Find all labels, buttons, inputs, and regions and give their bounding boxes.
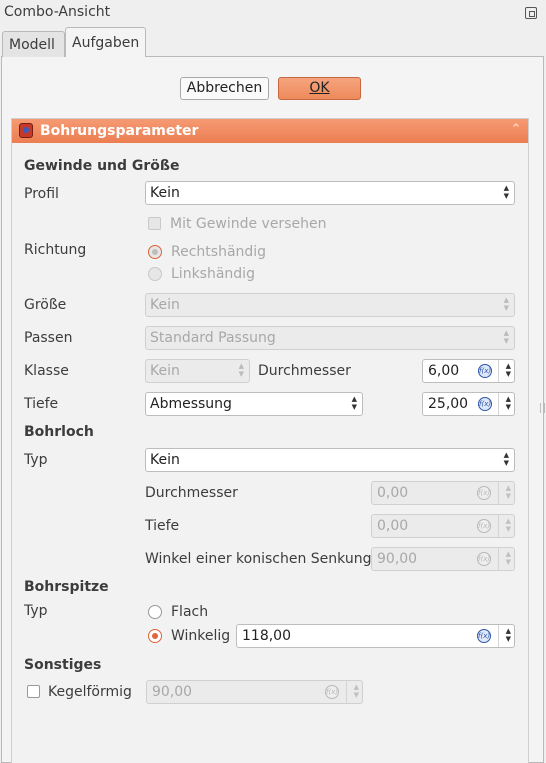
- combo-arrows-icon: ▲ ▼: [503, 296, 509, 312]
- hole-diameter-spinbox[interactable]: 0,00 f(x) ▲ ▼: [371, 481, 515, 505]
- class-label: Klasse: [24, 363, 69, 379]
- class-combo[interactable]: Kein ▲ ▼: [145, 359, 250, 383]
- hole-depth-spinbox[interactable]: 0,00 f(x) ▲ ▼: [371, 514, 515, 538]
- combo-arrows-icon: ▲ ▼: [503, 184, 509, 200]
- drill-point-angle-spinbox[interactable]: 118,00 f(x) ▲ ▼: [236, 624, 515, 648]
- flat-radio[interactable]: [148, 605, 162, 619]
- expression-icon[interactable]: f(x): [477, 629, 491, 643]
- hole-diameter-label: Durchmesser: [145, 485, 238, 501]
- expression-icon[interactable]: f(x): [477, 486, 491, 500]
- expression-icon[interactable]: f(x): [477, 552, 491, 566]
- threaded-checkbox[interactable]: [148, 217, 161, 230]
- spin-separator: [498, 360, 499, 382]
- hole-feature-icon: [19, 123, 33, 138]
- spin-arrows-icon[interactable]: ▲ ▼: [354, 683, 359, 699]
- spin-arrows-icon[interactable]: ▲ ▼: [506, 362, 511, 378]
- expression-icon[interactable]: f(x): [477, 519, 491, 533]
- tapered-label: Kegelförmig: [48, 684, 132, 700]
- tapered-checkbox[interactable]: [27, 685, 40, 698]
- cancel-label: Abbrechen: [186, 80, 263, 96]
- countersink-angle-spinbox[interactable]: 90,00 f(x) ▲ ▼: [371, 547, 515, 571]
- tapered-angle-spinbox[interactable]: 90,00 f(x) ▲ ▼: [146, 680, 363, 704]
- depth-label: Tiefe: [24, 396, 59, 412]
- combo-arrows-icon: ▲ ▼: [351, 395, 357, 411]
- size-combo[interactable]: Kein ▲ ▼: [145, 293, 515, 317]
- spin-separator: [498, 482, 499, 504]
- spin-separator: [498, 625, 499, 647]
- hole-depth-label: Tiefe: [145, 518, 180, 534]
- section-misc: Sonstiges: [24, 657, 102, 673]
- panel-title: Bohrungsparameter: [40, 123, 199, 139]
- thread-diameter-value: 6,00: [428, 363, 460, 379]
- expression-icon[interactable]: f(x): [478, 397, 492, 411]
- section-drill-point: Bohrspitze: [24, 579, 109, 595]
- ok-label: OK: [309, 80, 330, 96]
- spin-arrows-icon[interactable]: ▲ ▼: [506, 484, 511, 500]
- left-hand-label: Linkshändig: [171, 266, 255, 282]
- depth-type-value: Abmessung: [150, 396, 232, 412]
- angled-radio[interactable]: [148, 629, 162, 643]
- threaded-label: Mit Gewinde versehen: [170, 216, 327, 232]
- tab-modell[interactable]: Modell: [2, 31, 65, 57]
- expression-icon[interactable]: f(x): [478, 364, 492, 378]
- hole-type-value: Kein: [150, 452, 180, 468]
- fit-label: Passen: [24, 330, 73, 346]
- combo-arrows-icon: ▲ ▼: [503, 451, 509, 467]
- spin-separator: [498, 548, 499, 570]
- flat-label: Flach: [171, 604, 209, 620]
- spin-arrows-icon[interactable]: ▲ ▼: [506, 395, 511, 411]
- undock-icon[interactable]: [525, 7, 537, 19]
- depth-spinbox[interactable]: 25,00 f(x) ▲ ▼: [422, 392, 515, 416]
- right-hand-radio[interactable]: [148, 245, 162, 259]
- spin-arrows-icon[interactable]: ▲ ▼: [506, 517, 511, 533]
- combo-arrows-icon: ▲ ▼: [503, 329, 509, 345]
- section-hole: Bohrloch: [24, 424, 94, 440]
- spin-arrows-icon[interactable]: ▲ ▼: [506, 627, 511, 643]
- ok-button[interactable]: OK: [278, 77, 361, 100]
- section-thread-size: Gewinde und Größe: [24, 158, 180, 174]
- profile-combo[interactable]: Kein ▲ ▼: [145, 181, 515, 205]
- hole-depth-value: 0,00: [377, 518, 409, 534]
- fit-combo[interactable]: Standard Passung ▲ ▼: [145, 326, 515, 350]
- depth-type-combo[interactable]: Abmessung ▲ ▼: [145, 392, 363, 416]
- drill-point-angle-value: 118,00: [242, 628, 291, 644]
- fit-value: Standard Passung: [150, 330, 276, 346]
- window-title: Combo-Ansicht: [4, 4, 111, 20]
- tapered-angle-value: 90,00: [152, 684, 193, 700]
- drill-point-type-label: Typ: [24, 603, 48, 619]
- spin-arrows-icon[interactable]: ▲ ▼: [506, 550, 511, 566]
- expression-icon[interactable]: f(x): [325, 685, 339, 699]
- thread-diameter-spinbox[interactable]: 6,00 f(x) ▲ ▼: [422, 359, 515, 383]
- right-hand-label: Rechtshändig: [171, 244, 267, 260]
- thread-diameter-label: Durchmesser: [258, 363, 351, 379]
- class-value: Kein: [150, 363, 180, 379]
- spin-separator: [346, 681, 347, 703]
- countersink-angle-value: 90,00: [377, 551, 418, 567]
- direction-label: Richtung: [24, 242, 87, 258]
- splitter-handle[interactable]: [540, 403, 545, 413]
- spin-separator: [498, 515, 499, 537]
- hole-type-label: Typ: [24, 452, 48, 468]
- tab-aufgaben[interactable]: Aufgaben: [65, 27, 146, 57]
- profile-value: Kein: [150, 185, 180, 201]
- hole-diameter-value: 0,00: [377, 485, 409, 501]
- countersink-angle-label: Winkel einer konischen Senkung: [145, 551, 372, 567]
- angled-label: Winkelig: [171, 628, 231, 644]
- left-hand-radio[interactable]: [148, 267, 162, 281]
- cancel-button[interactable]: Abbrechen: [180, 77, 269, 100]
- profile-label: Profil: [24, 186, 59, 202]
- combo-arrows-icon: ▲ ▼: [238, 362, 244, 378]
- hole-type-combo[interactable]: Kein ▲ ▼: [145, 448, 515, 472]
- spin-separator: [498, 393, 499, 415]
- size-label: Größe: [24, 297, 67, 313]
- depth-value: 25,00: [428, 396, 469, 412]
- size-value: Kein: [150, 297, 180, 313]
- collapse-chevron-icon[interactable]: ⌃: [508, 122, 524, 138]
